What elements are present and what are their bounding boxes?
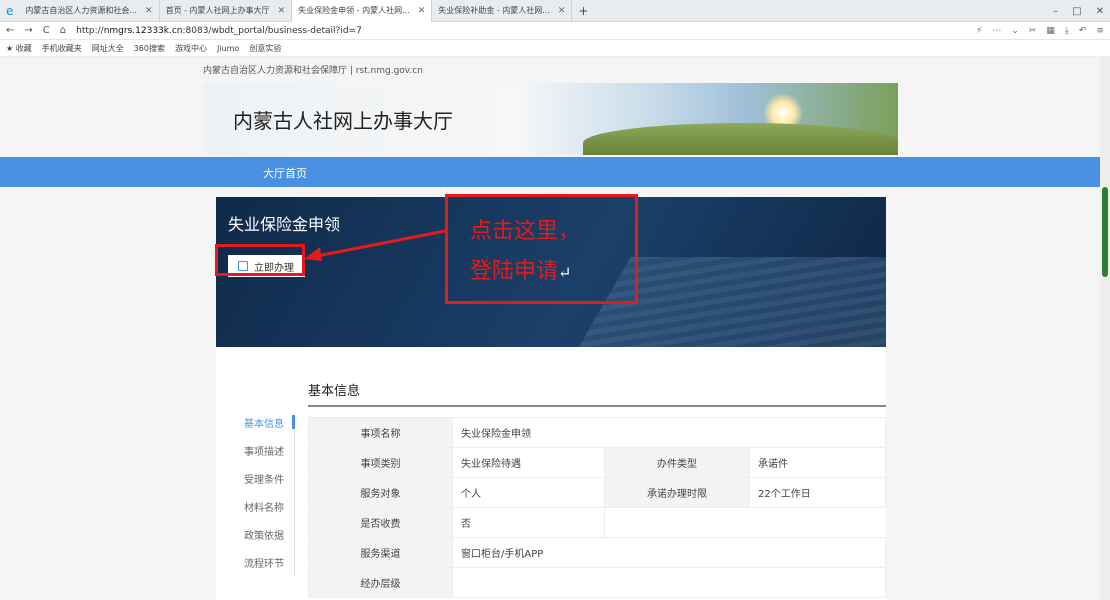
site-title: 内蒙古人社网上办事大厅	[233, 109, 453, 133]
table-key: 办件类型	[604, 447, 750, 478]
bookmark-item[interactable]: 游戏中心	[175, 43, 207, 54]
url-prefix: http://	[76, 25, 104, 36]
back-icon[interactable]: ←	[6, 25, 14, 36]
side-menu-item[interactable]: 事项描述	[244, 443, 296, 471]
url-path: :8083/wbdt_portal/business-detail?id=7	[182, 25, 362, 36]
bookmark-item[interactable]: 360搜索	[134, 43, 165, 54]
menu-icon[interactable]: ≡	[1096, 26, 1104, 36]
bookmark-item[interactable]: 创意实验	[249, 43, 281, 54]
side-menu: 基本信息 事项描述 受理条件 材料名称 政策依据 流程环节	[244, 415, 296, 583]
section-title: 基本信息	[308, 384, 361, 399]
annotation-box-button	[215, 244, 305, 276]
tab-label: 首页 - 内蒙人社网上办事大厅	[165, 6, 270, 15]
window-controls: – □ ✕	[1053, 0, 1104, 22]
grassland-decoration	[583, 123, 898, 155]
side-menu-item[interactable]: 材料名称	[244, 499, 296, 527]
close-icon[interactable]: ✕	[145, 6, 153, 16]
table-row: 事项类别 失业保险待遇 办件类型 承诺件	[308, 447, 886, 478]
annotation-line-2: 登陆申请↵	[470, 259, 572, 284]
undo-icon[interactable]: ↶	[1079, 26, 1087, 36]
section-divider	[308, 405, 886, 407]
web-page: 内蒙古自治区人力资源和社会保障厅 | rst.nmg.gov.cn 内蒙古人社网…	[0, 57, 1100, 600]
minimize-icon[interactable]: –	[1053, 6, 1058, 17]
table-empty	[605, 508, 886, 538]
bookmark-item[interactable]: ★ 收藏	[6, 43, 32, 54]
annotation-line-1: 点击这里，	[470, 219, 581, 244]
tab-4[interactable]: 失业保险补助金 - 内蒙人社网... ✕	[432, 0, 573, 22]
table-key: 承诺办理时限	[604, 477, 750, 508]
table-value: 失业保险金申领	[452, 417, 886, 448]
annotation-text: 点击这里， 登陆申请↵	[470, 212, 580, 293]
table-row: 服务对象 个人 承诺办理时限 22个工作日	[308, 477, 886, 508]
new-tab-button[interactable]: +	[572, 0, 594, 22]
table-value: 失业保险待遇	[452, 447, 605, 478]
top-link[interactable]: 内蒙古自治区人力资源和社会保障厅 | rst.nmg.gov.cn	[203, 63, 423, 76]
reload-icon[interactable]: C	[43, 25, 50, 36]
close-icon[interactable]: ✕	[418, 6, 426, 16]
tab-3[interactable]: 失业保险金申领 - 内蒙人社网... ✕	[292, 0, 433, 22]
table-key: 是否收费	[308, 507, 453, 538]
scrollbar-thumb[interactable]	[1102, 187, 1108, 277]
table-key: 经办层级	[308, 567, 453, 598]
table-key: 服务渠道	[308, 537, 453, 568]
table-value	[452, 567, 886, 598]
side-menu-item[interactable]: 受理条件	[244, 471, 296, 499]
chevron-down-icon[interactable]: ⌄	[1011, 26, 1019, 36]
return-mark-icon: ↵	[558, 263, 572, 282]
table-key: 事项类别	[308, 447, 453, 478]
main-nav: 大厅首页	[0, 157, 1100, 187]
apps-icon[interactable]: ▦	[1046, 26, 1055, 36]
table-key: 服务对象	[308, 477, 453, 508]
url-field[interactable]: http://nmgrs.12333k.cn:8083/wbdt_portal/…	[76, 26, 362, 36]
table-value: 22个工作日	[749, 477, 886, 508]
annotation-arrow	[304, 229, 446, 261]
bookmark-item[interactable]: 手机收藏夹	[42, 43, 82, 54]
close-icon[interactable]: ✕	[278, 6, 286, 16]
bookmark-item[interactable]: 网址大全	[92, 43, 124, 54]
side-menu-item[interactable]: 基本信息	[244, 415, 296, 443]
nav-home-link[interactable]: 大厅首页	[263, 165, 307, 181]
page-scrollbar[interactable]	[1100, 57, 1110, 600]
scissors-icon[interactable]: ✂	[1029, 26, 1037, 36]
detail-panel: 基本信息 基本信息 事项描述 受理条件 材料名称 政策依据 流程环节 事项名称 …	[216, 347, 886, 600]
table-value: 承诺件	[749, 447, 886, 478]
table-value: 否	[452, 507, 605, 538]
tab-label: 失业保险金申领 - 内蒙人社网...	[298, 6, 410, 15]
more-icon[interactable]: ⋯	[992, 26, 1001, 36]
address-bar-row: ← → C ⌂ http://nmgrs.12333k.cn:8083/wbdt…	[0, 22, 1110, 40]
table-row: 经办层级	[308, 567, 886, 598]
tab-label: 失业保险补助金 - 内蒙人社网...	[438, 6, 550, 15]
table-key: 事项名称	[308, 417, 453, 448]
table-value: 窗口柜台/手机APP	[452, 537, 886, 568]
lightning-icon[interactable]: ⚡	[976, 26, 982, 36]
bookmark-bar: ★ 收藏 手机收藏夹 网址大全 360搜索 游戏中心 Jiumo 创意实验	[0, 40, 1110, 57]
table-row: 是否收费 否	[308, 507, 886, 538]
maximize-icon[interactable]: □	[1072, 6, 1081, 17]
site-banner: 内蒙古人社网上办事大厅	[203, 83, 898, 155]
close-icon[interactable]: ✕	[558, 6, 566, 16]
side-menu-item[interactable]: 流程环节	[244, 555, 296, 583]
browser-tab-bar: e 内蒙古自治区人力资源和社会... ✕ 首页 - 内蒙人社网上办事大厅 ✕ 失业保…	[0, 0, 1110, 22]
tab-1[interactable]: 内蒙古自治区人力资源和社会... ✕	[19, 0, 160, 22]
close-window-icon[interactable]: ✕	[1096, 6, 1104, 17]
download-icon[interactable]: ⤓	[1065, 26, 1069, 36]
bookmark-item[interactable]: Jiumo	[217, 44, 239, 53]
tab-label: 内蒙古自治区人力资源和社会...	[25, 6, 138, 15]
home-icon[interactable]: ⌂	[60, 25, 66, 36]
forward-icon[interactable]: →	[24, 25, 32, 36]
tab-2[interactable]: 首页 - 内蒙人社网上办事大厅 ✕	[160, 0, 293, 22]
url-host: nmgrs.12333k.cn	[103, 25, 183, 36]
basic-info-table: 事项名称 失业保险金申领 事项类别 失业保险待遇 办件类型 承诺件 服务对象 个…	[308, 417, 886, 598]
table-row: 服务渠道 窗口柜台/手机APP	[308, 537, 886, 568]
table-value: 个人	[452, 477, 605, 508]
side-menu-item[interactable]: 政策依据	[244, 527, 296, 555]
table-row: 事项名称 失业保险金申领	[308, 417, 886, 448]
browser-menu-icon[interactable]: e	[0, 0, 19, 22]
toolbar-icons: ⚡ ⋯ ⌄ ✂ ▦ ⤓ ↶ ≡	[976, 26, 1104, 36]
